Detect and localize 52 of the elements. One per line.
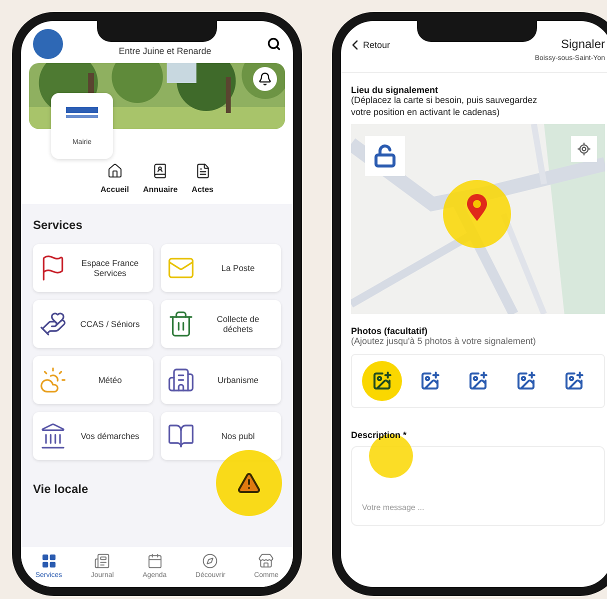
quick-action[interactable]: Accueil xyxy=(100,163,129,194)
town-logo xyxy=(64,106,100,120)
store-icon xyxy=(258,553,274,569)
add-photo-button[interactable] xyxy=(362,361,402,402)
service-card[interactable]: Vos démarches xyxy=(33,412,153,460)
unlocked-lock-icon xyxy=(373,144,397,168)
building-icon xyxy=(167,366,195,394)
app-subtitle: Entre Juine et Renarde xyxy=(118,46,212,56)
warning-icon xyxy=(237,471,261,495)
document-icon xyxy=(194,163,211,179)
locate-button[interactable] xyxy=(571,136,597,162)
app-logo xyxy=(33,29,63,59)
grid-icon xyxy=(40,553,57,569)
section-title: Services xyxy=(33,218,82,232)
map-pin-icon xyxy=(466,194,488,222)
contact-book-icon xyxy=(152,163,168,179)
search-icon[interactable] xyxy=(267,37,281,51)
open-book-icon xyxy=(167,422,195,450)
compass-icon xyxy=(202,553,218,569)
service-card[interactable]: Météo xyxy=(33,356,153,404)
service-card[interactable]: Espace France Services xyxy=(33,244,153,292)
cloud-sun-icon xyxy=(39,366,67,394)
section-hint: (Ajoutez jusqu'à 5 photos à votre signalement) xyxy=(351,336,537,348)
service-card[interactable]: Collecte de déchets xyxy=(161,300,281,348)
lock-button[interactable] xyxy=(365,136,405,176)
image-plus-icon xyxy=(420,371,440,392)
section-hint: (Déplacez la carte si besoin, puis sauvegardez votre position en activant le cadenas) xyxy=(351,95,538,118)
section-title: Vie locale xyxy=(33,482,88,496)
landmark-icon xyxy=(39,422,67,450)
field-label: Description * xyxy=(351,430,407,440)
section-title: Lieu du signalement xyxy=(351,85,440,95)
home-icon xyxy=(106,163,123,179)
service-card[interactable]: Urbanisme xyxy=(161,356,281,404)
service-card[interactable]: CCAS / Séniors xyxy=(33,300,153,348)
message-field[interactable]: Votre message ... xyxy=(351,446,605,526)
image-plus-icon xyxy=(372,371,392,392)
service-card[interactable]: La Poste xyxy=(161,244,281,292)
bell-icon xyxy=(258,72,272,86)
newspaper-icon xyxy=(94,553,110,569)
crosshair-icon xyxy=(577,142,591,156)
trash-bin-icon xyxy=(167,310,195,338)
image-plus-icon xyxy=(516,371,536,392)
quick-action[interactable]: Annuaire xyxy=(143,163,178,194)
section-title: Photos (facultatif) xyxy=(351,326,428,336)
hand-heart-icon xyxy=(39,310,67,338)
image-plus-icon xyxy=(468,371,488,392)
screen-title: Signaler xyxy=(560,37,605,51)
service-card[interactable]: Nos publ xyxy=(161,412,281,460)
back-button[interactable]: Retour xyxy=(347,37,390,53)
quick-action[interactable]: Actes xyxy=(192,163,214,194)
calendar-icon xyxy=(146,553,163,569)
image-plus-icon xyxy=(564,371,584,392)
